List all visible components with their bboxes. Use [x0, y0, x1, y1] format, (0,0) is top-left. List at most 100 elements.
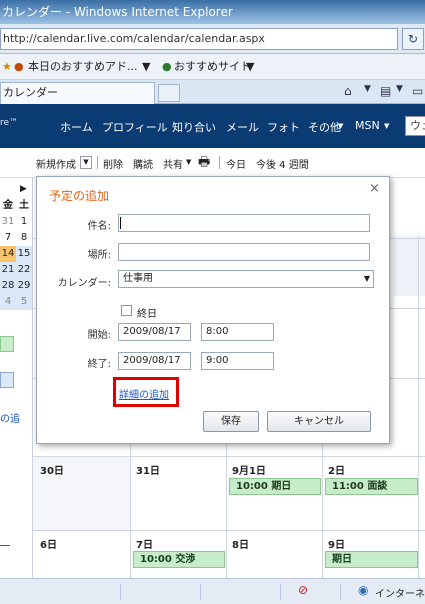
start-label: 開始: [87, 330, 111, 341]
separator [340, 584, 341, 600]
tab-label: カレンダー [3, 86, 58, 99]
blocked-icon[interactable]: ⊘ [298, 583, 308, 597]
tab-bar: カレンダー ⌂ ▼ ▤ ▼ ▭ [0, 80, 425, 104]
chevron-down-icon[interactable]: ▼ [186, 158, 191, 166]
home-icon[interactable]: ⌂ [344, 84, 352, 98]
cancel-button[interactable]: キャンセル [267, 411, 371, 432]
window-title: カレンダー - Windows Internet Explorer [2, 5, 233, 19]
mini-day[interactable]: 5 [16, 294, 32, 310]
grid-line [33, 530, 425, 531]
day-number: 7日 [136, 540, 153, 551]
all-day-label: 終日 [137, 309, 157, 320]
separator [200, 584, 201, 600]
next-month-icon[interactable]: ▶ [20, 184, 27, 194]
nav-friends[interactable]: 知り合い [172, 119, 216, 135]
weekday-header: 土 [19, 200, 29, 211]
chevron-down-icon[interactable]: ▼ [364, 84, 371, 94]
nav-profile[interactable]: プロフィール [102, 119, 168, 135]
end-time-field[interactable]: 9:00 [201, 352, 274, 370]
day-number: 30日 [40, 466, 64, 477]
mini-day[interactable]: 28 [0, 278, 16, 294]
nav-photos[interactable]: フォト [267, 119, 300, 135]
calendar-swatch-blue[interactable] [0, 372, 14, 388]
calendar-toolbar: 新規作成 ▼ 削除 購読 共有 ▼ 🖶 今日 今後 4 週間 [0, 148, 425, 178]
today-button[interactable]: 今日 [226, 156, 246, 171]
nav-mail[interactable]: メール [226, 119, 259, 135]
separator [120, 584, 121, 600]
weekday-header: 金 [3, 200, 13, 211]
day-number: 9月1日 [232, 466, 266, 477]
start-date-field[interactable]: 2009/08/17 [118, 323, 191, 341]
nav-more[interactable]: その他 [308, 119, 341, 135]
grid-line [418, 236, 419, 578]
mini-day[interactable]: 29 [16, 278, 32, 294]
new-tab-button[interactable] [158, 84, 180, 102]
refresh-icon[interactable]: ↻ [402, 28, 424, 50]
favorites-star-icon[interactable]: ★ [2, 54, 12, 80]
day-number: 8日 [232, 540, 249, 551]
mini-day[interactable]: 4 [0, 294, 16, 310]
end-label: 終了: [87, 359, 111, 370]
event-item[interactable]: 期日 [325, 551, 418, 568]
page-icon: ● [14, 60, 24, 73]
add-details-link[interactable]: 詳細の追加 [119, 386, 169, 401]
brand-logo: re™ [0, 118, 19, 128]
chevron-down-icon[interactable]: ▼ [396, 84, 403, 94]
chevron-down-icon[interactable]: ▼ [142, 54, 150, 80]
separator [97, 156, 98, 169]
event-item[interactable]: 10:00 交渉 [133, 551, 225, 568]
event-item[interactable]: 10:00 期日 [229, 478, 321, 495]
mini-day[interactable]: 22 [16, 262, 32, 278]
calendar-swatch-green[interactable] [0, 336, 14, 352]
mini-day[interactable]: 7 [0, 230, 16, 246]
mini-day[interactable]: 15 [16, 246, 32, 262]
mini-day-selected[interactable]: 14 [0, 246, 16, 262]
favorite-item-1[interactable]: 本日のおすすめアド... [28, 54, 138, 80]
print-icon[interactable]: ▭ [412, 84, 423, 98]
mini-day[interactable]: 8 [16, 230, 32, 246]
suggest-icon: ● [162, 60, 172, 73]
address-bar: http://calendar.live.com/calendar/calend… [0, 24, 425, 54]
delete-button[interactable]: 削除 [103, 156, 123, 171]
chevron-down-icon[interactable]: ▼ [80, 156, 92, 169]
status-bar: ⊘ ◉ インターネ [0, 578, 425, 604]
text-cursor [120, 217, 121, 229]
separator [280, 584, 281, 600]
add-calendar-link[interactable]: の追 [0, 410, 20, 425]
mini-day[interactable]: 21 [0, 262, 16, 278]
favorites-bar: ★ ● 本日のおすすめアド... ▼ ● おすすめサイト ▼ [0, 54, 425, 80]
day-number: 6日 [40, 540, 57, 551]
live-navigation: re™ ホーム プロフィール 知り合い メール フォト その他 ▼ MSN ▼ … [0, 104, 425, 148]
window-title-bar: カレンダー - Windows Internet Explorer [0, 0, 425, 24]
tab-calendar[interactable]: カレンダー [0, 82, 155, 104]
mini-day[interactable]: 31 [0, 214, 16, 230]
favorite-item-2[interactable]: おすすめサイト [174, 54, 251, 80]
next-4-weeks-button[interactable]: 今後 4 週間 [256, 156, 309, 171]
url-field[interactable]: http://calendar.live.com/calendar/calend… [0, 28, 398, 50]
start-time-field[interactable]: 8:00 [201, 323, 274, 341]
share-button[interactable]: 共有 [163, 156, 183, 171]
close-icon[interactable]: × [369, 181, 380, 196]
end-date-field[interactable]: 2009/08/17 [118, 352, 191, 370]
add-event-dialog: 予定の追加 × 件名: 場所: カレンダー: 仕事用 ▼ 終日 開始: 2009… [36, 176, 390, 444]
search-input[interactable]: ウェ [405, 116, 425, 136]
subject-field[interactable] [118, 214, 370, 232]
location-field[interactable] [118, 243, 370, 261]
subject-label: 件名: [87, 221, 111, 232]
nav-msn[interactable]: MSN [355, 119, 380, 132]
calendar-select[interactable]: 仕事用 ▼ [118, 270, 374, 288]
printer-icon[interactable]: 🖶 [198, 153, 210, 175]
feed-icon[interactable]: ▤ [380, 84, 391, 98]
mini-calendar: ▶ 金 土 31 1 7 8 14 15 21 22 28 29 4 5 [0, 184, 32, 314]
day-number: 31日 [136, 466, 160, 477]
mini-day[interactable]: 1 [16, 214, 32, 230]
chevron-down-icon[interactable]: ▼ [246, 54, 254, 80]
chevron-down-icon[interactable]: ▼ [338, 122, 343, 130]
event-item[interactable]: 11:00 面談 [325, 478, 418, 495]
all-day-checkbox[interactable] [121, 305, 132, 316]
new-button[interactable]: 新規作成 [36, 156, 76, 171]
subscribe-button[interactable]: 購読 [133, 156, 153, 171]
save-button[interactable]: 保存 [203, 411, 259, 432]
chevron-down-icon[interactable]: ▼ [384, 122, 389, 130]
nav-home[interactable]: ホーム [60, 119, 93, 135]
